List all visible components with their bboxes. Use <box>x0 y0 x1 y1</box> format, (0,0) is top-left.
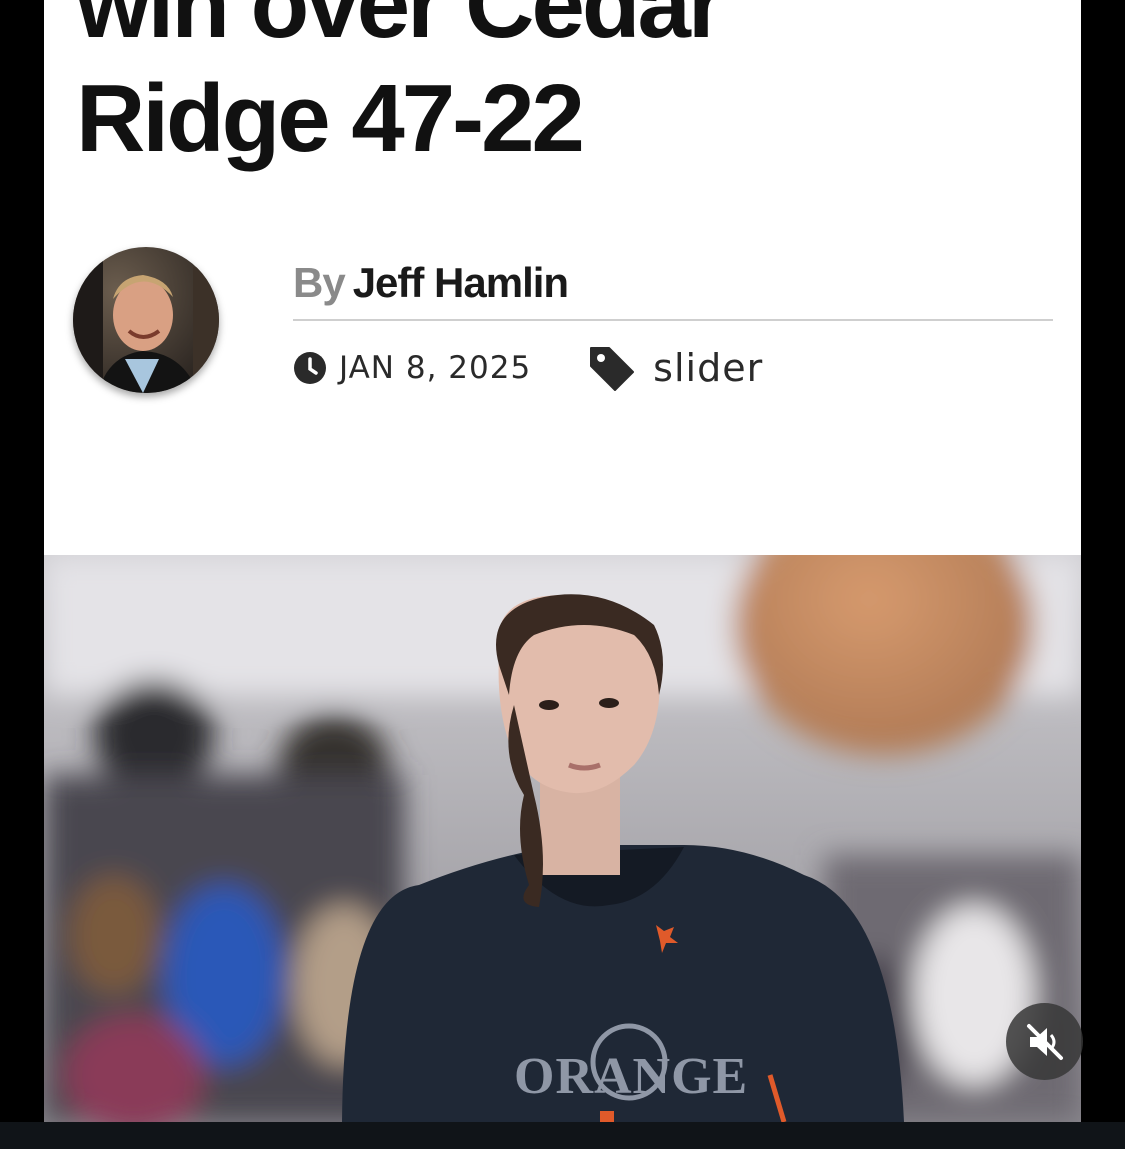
screenshot-frame: win over Cedar Ridge 47-22 By Jeff Hamli… <box>0 0 1125 1149</box>
publish-date: JAN 8, 2025 <box>339 350 532 386</box>
byline: By Jeff Hamlin <box>293 255 1053 321</box>
tag-icon <box>590 347 635 391</box>
author-name-link[interactable]: Jeff Hamlin <box>353 259 569 306</box>
article-card: win over Cedar Ridge 47-22 By Jeff Hamli… <box>44 0 1081 1122</box>
clock-icon <box>294 352 326 384</box>
article-meta: JAN 8, 2025 slider <box>293 338 763 398</box>
headline-line-1: win over Cedar <box>76 0 725 58</box>
headline-line-2: Ridge 47-22 <box>76 65 585 172</box>
mute-toggle-button[interactable] <box>1006 1003 1083 1080</box>
speaker-muted-icon <box>1026 1023 1063 1060</box>
featured-photo: ORANGE <box>44 555 1081 1122</box>
bottom-bar <box>0 1122 1125 1149</box>
author-avatar[interactable] <box>73 247 219 393</box>
byline-prefix: By <box>293 259 346 306</box>
category-link[interactable]: slider <box>653 346 763 390</box>
article-headline: win over Cedar Ridge 47-22 <box>76 0 1076 176</box>
